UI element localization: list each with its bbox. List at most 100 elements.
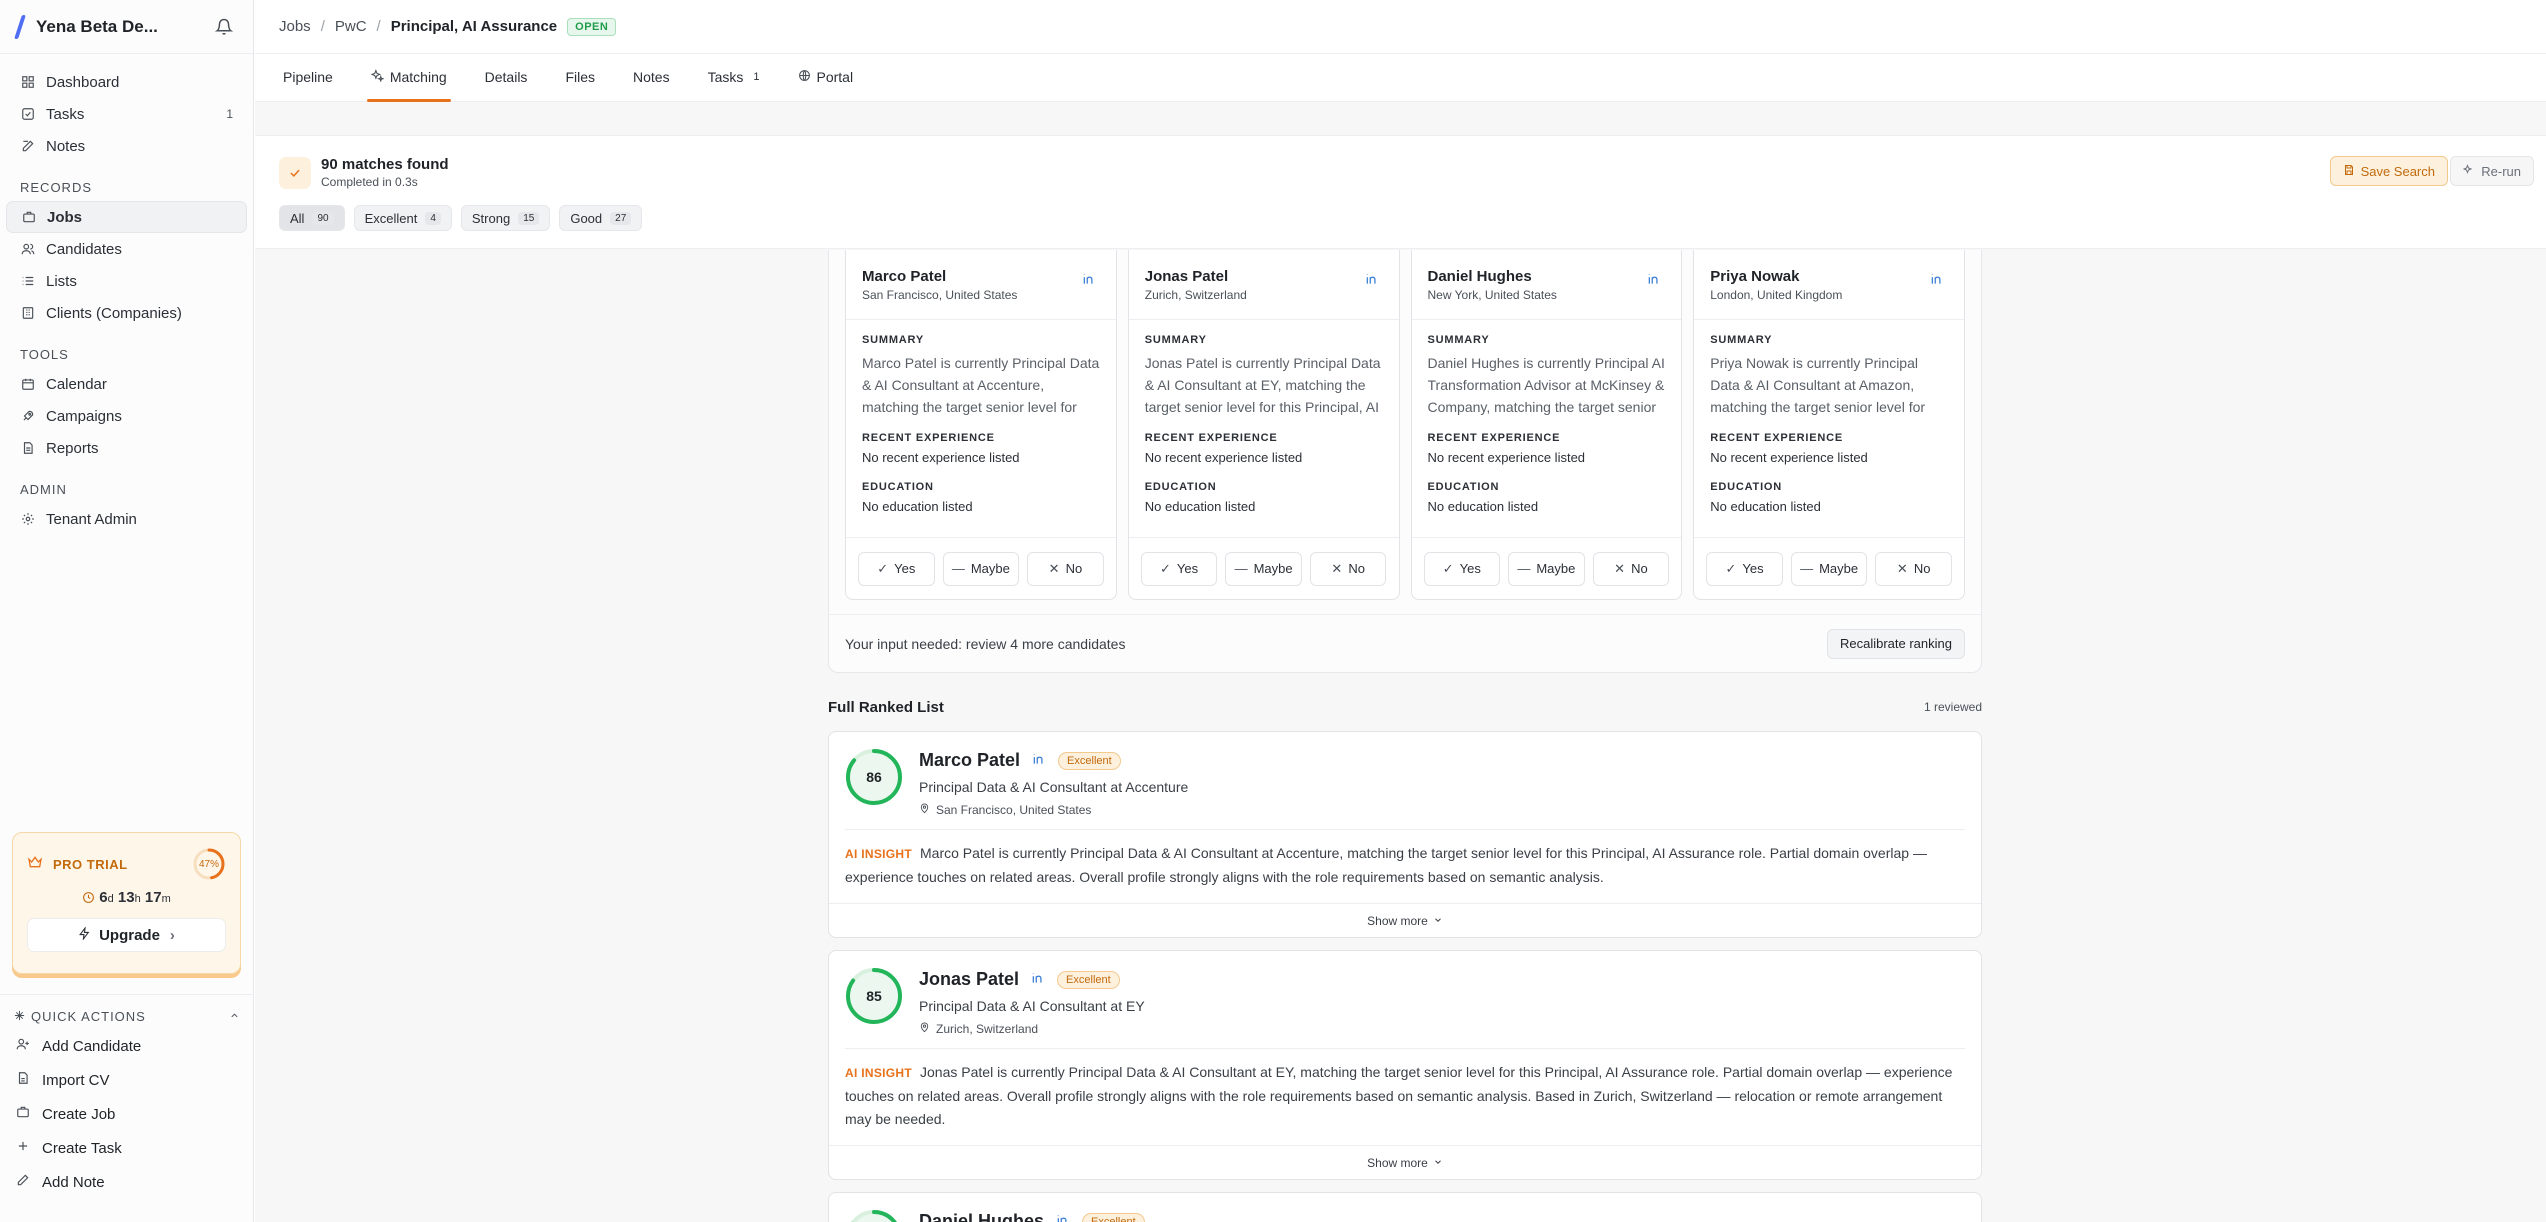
page-title: Principal, AI Assurance bbox=[390, 18, 558, 35]
sidebar-item-notes[interactable]: Notes bbox=[6, 130, 247, 162]
filter-count: 4 bbox=[425, 211, 441, 225]
candidate-name[interactable]: Daniel Hughes bbox=[1428, 268, 1666, 285]
add-note-button[interactable]: Add Note bbox=[6, 1165, 248, 1199]
sidebar-item-campaigns[interactable]: Campaigns bbox=[6, 400, 247, 432]
maybe-button[interactable]: — Maybe bbox=[1225, 551, 1302, 586]
maybe-label: Maybe bbox=[1819, 561, 1859, 576]
tab-portal[interactable]: Portal bbox=[798, 53, 853, 101]
candidate-experience: No recent experience listed bbox=[1144, 450, 1303, 465]
no-label: No bbox=[1913, 561, 1931, 576]
yes-button[interactable]: ✓ Yes bbox=[1423, 551, 1501, 586]
create-task-button[interactable]: Create Task bbox=[6, 1131, 248, 1165]
no-button[interactable]: ✕ No bbox=[1027, 551, 1104, 586]
show-more-button[interactable]: Show more bbox=[829, 1145, 1981, 1179]
section-label-admin: ADMIN bbox=[20, 482, 67, 497]
linkedin-icon[interactable] bbox=[1032, 752, 1046, 770]
filter-all[interactable]: All 90 bbox=[279, 205, 345, 231]
tab-pipeline[interactable]: Pipeline bbox=[283, 53, 333, 101]
candidate-summary: Marco Patel is currently Principal Data … bbox=[862, 355, 1100, 415]
ai-insight-text: Marco Patel is currently Principal Data … bbox=[845, 845, 1927, 885]
yes-button[interactable]: ✓ Yes bbox=[858, 551, 935, 586]
breadcrumb-jobs[interactable]: Jobs bbox=[279, 18, 311, 35]
sparkles-icon bbox=[370, 69, 385, 85]
linkedin-icon[interactable] bbox=[1930, 272, 1944, 290]
sidebar-item-reports[interactable]: Reports bbox=[6, 432, 247, 464]
sidebar-item-label: Lists bbox=[46, 272, 77, 290]
sidebar-item-candidates[interactable]: Candidates bbox=[6, 233, 247, 265]
breadcrumb-client[interactable]: PwC bbox=[335, 18, 367, 35]
sidebar-item-dashboard[interactable]: Dashboard bbox=[6, 66, 247, 98]
minus-icon: — bbox=[1800, 561, 1814, 576]
crown-icon bbox=[27, 854, 43, 874]
candidate-location: Zurich, Switzerland bbox=[936, 1022, 1039, 1036]
no-button[interactable]: ✕ No bbox=[1592, 551, 1670, 586]
maybe-label: Maybe bbox=[1253, 561, 1293, 576]
tab-matching[interactable]: Matching bbox=[366, 53, 451, 102]
add-candidate-button[interactable]: Add Candidate bbox=[6, 1029, 248, 1063]
trial-days: 6 bbox=[99, 889, 108, 906]
candidate-location: San Francisco, United States bbox=[862, 288, 1018, 302]
no-button[interactable]: ✕ No bbox=[1875, 551, 1952, 586]
sidebar-item-calendar[interactable]: Calendar bbox=[6, 368, 247, 400]
candidate-card: Marco Patel San Francisco, United States… bbox=[845, 250, 1117, 600]
brand-header: Yena Beta De... bbox=[0, 0, 253, 54]
sidebar-item-jobs[interactable]: Jobs bbox=[6, 201, 247, 233]
no-button[interactable]: ✕ No bbox=[1309, 551, 1387, 586]
tab-notes[interactable]: Notes bbox=[633, 53, 670, 101]
candidate-name[interactable]: Jonas Patel bbox=[1145, 268, 1383, 285]
filter-excellent[interactable]: Excellent 4 bbox=[353, 205, 452, 231]
tab-label: Notes bbox=[633, 69, 670, 85]
chevron-down-icon bbox=[1433, 1156, 1443, 1170]
trial-progress-ring: 47% bbox=[192, 847, 226, 881]
filter-count: 15 bbox=[518, 211, 540, 225]
candidate-experience: No recent experience listed bbox=[862, 450, 1020, 465]
candidate-name[interactable]: Jonas Patel bbox=[919, 969, 1019, 990]
quick-actions-header[interactable]: QUICK ACTIONS bbox=[6, 1003, 248, 1029]
save-search-button[interactable]: Save Search bbox=[2329, 156, 2448, 186]
tab-details[interactable]: Details bbox=[485, 53, 528, 101]
import-cv-button[interactable]: Import CV bbox=[6, 1063, 248, 1097]
maybe-button[interactable]: — Maybe bbox=[1790, 551, 1868, 586]
minus-icon: — bbox=[1234, 561, 1248, 576]
filter-count: 90 bbox=[312, 211, 334, 225]
show-more-button[interactable]: Show more bbox=[829, 903, 1981, 937]
sidebar-item-clients[interactable]: Clients (Companies) bbox=[6, 297, 247, 329]
trial-percent: 47% bbox=[198, 858, 219, 870]
section-label-tools: TOOLS bbox=[20, 347, 69, 362]
candidate-name[interactable]: Priya Nowak bbox=[1710, 268, 1948, 285]
yes-label: Yes bbox=[1176, 561, 1199, 576]
linkedin-icon[interactable] bbox=[1056, 1213, 1070, 1222]
minus-icon: — bbox=[951, 561, 965, 576]
linkedin-icon[interactable] bbox=[1031, 971, 1045, 989]
trial-minutes-unit: m bbox=[161, 893, 171, 905]
user-plus-icon bbox=[16, 1037, 32, 1055]
maybe-button[interactable]: — Maybe bbox=[942, 551, 1020, 586]
yes-button[interactable]: ✓ Yes bbox=[1140, 551, 1218, 586]
upgrade-button[interactable]: Upgrade › bbox=[27, 918, 226, 952]
linkedin-icon[interactable] bbox=[1647, 272, 1661, 290]
candidate-name[interactable]: Marco Patel bbox=[919, 750, 1020, 771]
sidebar-item-tenant-admin[interactable]: Tenant Admin bbox=[6, 503, 247, 535]
bell-icon[interactable] bbox=[213, 16, 235, 38]
recalibrate-button[interactable]: Recalibrate ranking bbox=[1826, 628, 1965, 659]
candidate-name[interactable]: Daniel Hughes bbox=[919, 1211, 1044, 1222]
rerun-button[interactable]: Re-run bbox=[2450, 156, 2534, 186]
filter-label: Excellent bbox=[364, 210, 418, 226]
maybe-button[interactable]: — Maybe bbox=[1508, 551, 1585, 586]
brand-name[interactable]: Yena Beta De... bbox=[36, 17, 213, 37]
tab-files[interactable]: Files bbox=[565, 53, 595, 101]
trial-title: PRO TRIAL bbox=[53, 856, 128, 872]
filter-good[interactable]: Good 27 bbox=[559, 205, 643, 231]
linkedin-icon[interactable] bbox=[1082, 272, 1096, 290]
candidate-role: Principal Data & AI Consultant at EY bbox=[919, 998, 1145, 1014]
yes-button[interactable]: ✓ Yes bbox=[1706, 551, 1783, 586]
candidate-name[interactable]: Marco Patel bbox=[862, 268, 1100, 285]
ranked-candidate: 85 Jonas Patel Excellent Principal Data … bbox=[828, 950, 1982, 1180]
linkedin-icon[interactable] bbox=[1365, 272, 1379, 290]
globe-icon bbox=[798, 69, 811, 85]
create-job-button[interactable]: Create Job bbox=[6, 1097, 248, 1131]
filter-strong[interactable]: Strong 15 bbox=[460, 205, 551, 231]
sidebar-item-lists[interactable]: Lists bbox=[6, 265, 247, 297]
sidebar-item-tasks[interactable]: Tasks 1 bbox=[6, 98, 247, 130]
tab-tasks[interactable]: Tasks 1 bbox=[708, 53, 760, 101]
